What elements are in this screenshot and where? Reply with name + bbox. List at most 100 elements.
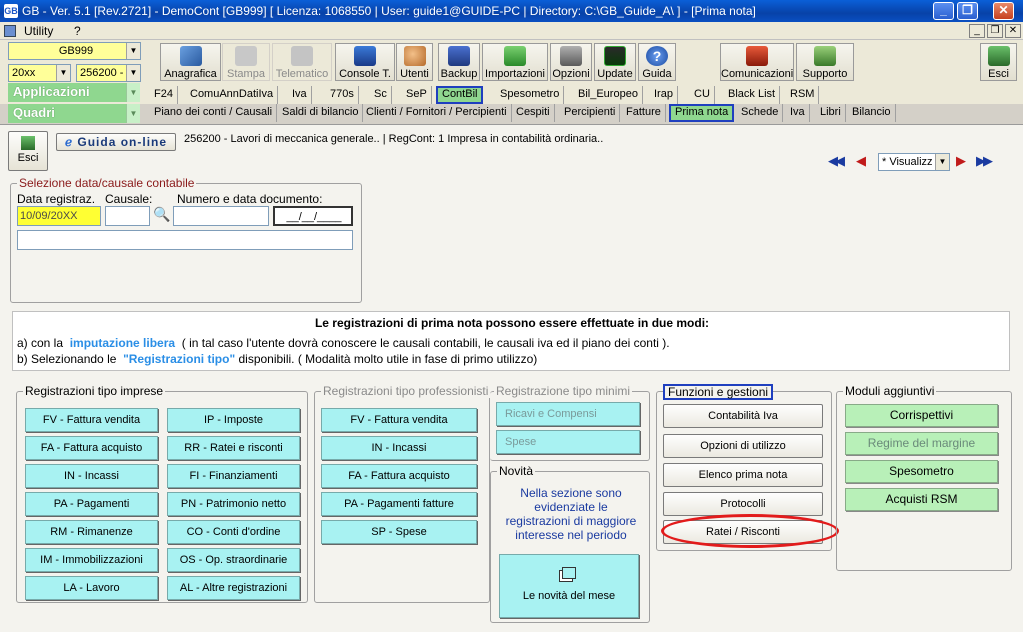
restore-button[interactable]: ❐ <box>957 2 978 20</box>
novita-legend: Novità <box>497 464 536 478</box>
acquisti-rsm-button[interactable]: Acquisti RSM <box>845 488 998 511</box>
applicazioni-combo[interactable]: Applicazioni ▼ <box>8 83 140 102</box>
imprese-pa-button[interactable]: PA - Pagamenti <box>25 492 158 516</box>
esci-toolbar-button[interactable]: Esci <box>980 43 1017 81</box>
tab-libri[interactable]: Libri <box>816 104 846 122</box>
data-registrazione-input[interactable]: 10/09/20XX <box>17 206 101 226</box>
tab-sc[interactable]: Sc <box>370 86 392 104</box>
numero-documento-input[interactable] <box>173 206 269 226</box>
view-combo-value: * Visualizz <box>882 156 933 168</box>
tab-f24[interactable]: F24 <box>150 86 178 104</box>
prof-pa-button[interactable]: PA - Pagamenti fatture <box>321 492 477 516</box>
imprese-co-button[interactable]: CO - Conti d'ordine <box>167 520 300 544</box>
tab-piano-dei-conti[interactable]: Piano dei conti / Causali <box>150 104 278 122</box>
professionisti-legend: Registrazioni tipo professionisti <box>321 384 491 398</box>
mdi-minimize-button[interactable]: _ <box>969 24 985 38</box>
imputazione-libera-link[interactable]: imputazione libera <box>70 336 175 350</box>
minimi-ricavi-button[interactable]: Ricavi e Compensi <box>496 402 640 426</box>
tab-sep[interactable]: SeP <box>402 86 432 104</box>
utenti-button[interactable]: Utenti <box>396 43 433 81</box>
first-record-icon[interactable]: ◀◀ <box>828 153 848 171</box>
next-record-icon[interactable]: ▶ <box>956 153 972 171</box>
registrazioni-tipo-link[interactable]: "Registrazioni tipo" <box>123 352 235 366</box>
imprese-ip-button[interactable]: IP - Imposte <box>167 408 300 432</box>
novita-mese-button[interactable]: Le novità del mese <box>499 554 639 618</box>
stampa-button[interactable]: Stampa <box>222 43 270 81</box>
tab-prima-nota[interactable]: Prima nota <box>669 104 735 122</box>
opzioni-utilizzo-button[interactable]: Opzioni di utilizzo <box>663 434 823 458</box>
client-combo[interactable]: 256200 - ▼ <box>76 64 141 82</box>
importazioni-button[interactable]: Importazioni <box>482 43 548 81</box>
professionisti-group: Registrazioni tipo professionisti FV - F… <box>314 384 491 603</box>
minimize-button[interactable]: _ <box>933 2 954 20</box>
elenco-prima-nota-button[interactable]: Elenco prima nota <box>663 463 823 487</box>
causale-input[interactable] <box>105 206 150 226</box>
view-combo[interactable]: * Visualizz ▼ <box>878 153 950 171</box>
spesometro-button[interactable]: Spesometro <box>845 460 998 483</box>
tab-comuanndatiiva[interactable]: ComuAnnDatiIva <box>186 86 279 104</box>
tab-cespiti[interactable]: Cespiti <box>512 104 555 122</box>
guida-button[interactable]: ? Guida <box>638 43 676 81</box>
protocolli-button[interactable]: Protocolli <box>663 492 823 516</box>
tab-fatture[interactable]: Fatture <box>622 104 666 122</box>
telematico-button[interactable]: Telematico <box>272 43 332 81</box>
last-record-icon[interactable]: ▶▶ <box>976 153 998 171</box>
tab-spesometro[interactable]: Spesometro <box>496 86 565 104</box>
tab-clienti-fornitori[interactable]: Clienti / Fornitori / Percipienti <box>362 104 512 122</box>
imprese-la-button[interactable]: LA - Lavoro <box>25 576 158 600</box>
regime-margine-button[interactable]: Regime del margine <box>845 432 998 455</box>
search-icon[interactable]: 🔍 <box>153 206 170 223</box>
tab-irap[interactable]: Irap <box>650 86 678 104</box>
esci-button[interactable]: Esci <box>8 131 48 171</box>
tab-percipienti[interactable]: Percipienti <box>560 104 621 122</box>
minimi-spese-button[interactable]: Spese <box>496 430 640 454</box>
tab-contbil[interactable]: ContBil <box>436 86 484 104</box>
menu-bar: Utility ? <box>0 22 1023 40</box>
imprese-in-button[interactable]: IN - Incassi <box>25 464 158 488</box>
mdi-restore-button[interactable]: ❐ <box>987 24 1003 38</box>
imprese-fa-button[interactable]: FA - Fattura acquisto <box>25 436 158 460</box>
supporto-button[interactable]: Supporto <box>796 43 854 81</box>
imprese-pn-button[interactable]: PN - Patrimonio netto <box>167 492 300 516</box>
prof-fa-button[interactable]: FA - Fattura acquisto <box>321 464 477 488</box>
guida-online-button[interactable]: ℯ Guida on-line <box>56 133 176 151</box>
imprese-al-button[interactable]: AL - Altre registrazioni <box>167 576 300 600</box>
imprese-im-button[interactable]: IM - Immobilizzazioni <box>25 548 158 572</box>
backup-label: Backup <box>440 68 478 80</box>
tab-rsm[interactable]: RSM <box>786 86 820 104</box>
imprese-rm-button[interactable]: RM - Rimanenze <box>25 520 158 544</box>
tab-saldi-di-bilancio[interactable]: Saldi di bilancio <box>278 104 364 122</box>
console-button[interactable]: Console T. <box>335 43 395 81</box>
update-button[interactable]: Update <box>594 43 636 81</box>
anagrafica-button[interactable]: Anagrafica <box>160 43 221 81</box>
opzioni-button[interactable]: Opzioni <box>550 43 592 81</box>
tab-bilancio[interactable]: Bilancio <box>848 104 896 122</box>
contabilita-iva-button[interactable]: Contabilità Iva <box>663 404 823 428</box>
prof-sp-button[interactable]: SP - Spese <box>321 520 477 544</box>
menu-help[interactable]: ? <box>74 24 81 38</box>
corrispettivi-button[interactable]: Corrispettivi <box>845 404 998 427</box>
year-combo[interactable]: 20xx ▼ <box>8 64 71 82</box>
tab-770s[interactable]: 770s <box>326 86 359 104</box>
tab-bil-europeo[interactable]: Bil_Europeo <box>574 86 643 104</box>
tab-iva[interactable]: Iva <box>288 86 312 104</box>
tab-black-list[interactable]: Black List <box>724 86 781 104</box>
comunicazioni-button[interactable]: Comunicazioni <box>720 43 794 81</box>
tab-schede[interactable]: Schede <box>737 104 784 122</box>
company-combo[interactable]: GB999 ▼ <box>8 42 141 60</box>
previous-record-icon[interactable]: ◀ <box>856 153 872 171</box>
imprese-rr-button[interactable]: RR - Ratei e risconti <box>167 436 300 460</box>
tab-cu[interactable]: CU <box>690 86 715 104</box>
quadri-combo[interactable]: Quadri ▼ <box>8 104 140 123</box>
menu-utility[interactable]: Utility <box>24 24 53 38</box>
imprese-fi-button[interactable]: FI - Finanziamenti <box>167 464 300 488</box>
imprese-fv-button[interactable]: FV - Fattura vendita <box>25 408 158 432</box>
close-button[interactable]: ✕ <box>993 2 1014 20</box>
imprese-os-button[interactable]: OS - Op. straordinarie <box>167 548 300 572</box>
data-documento-input[interactable]: __/__/____ <box>273 206 353 226</box>
mdi-close-button[interactable]: ✕ <box>1005 24 1021 38</box>
prof-in-button[interactable]: IN - Incassi <box>321 436 477 460</box>
tab-iva2[interactable]: Iva <box>786 104 810 122</box>
backup-button[interactable]: Backup <box>438 43 480 81</box>
prof-fv-button[interactable]: FV - Fattura vendita <box>321 408 477 432</box>
